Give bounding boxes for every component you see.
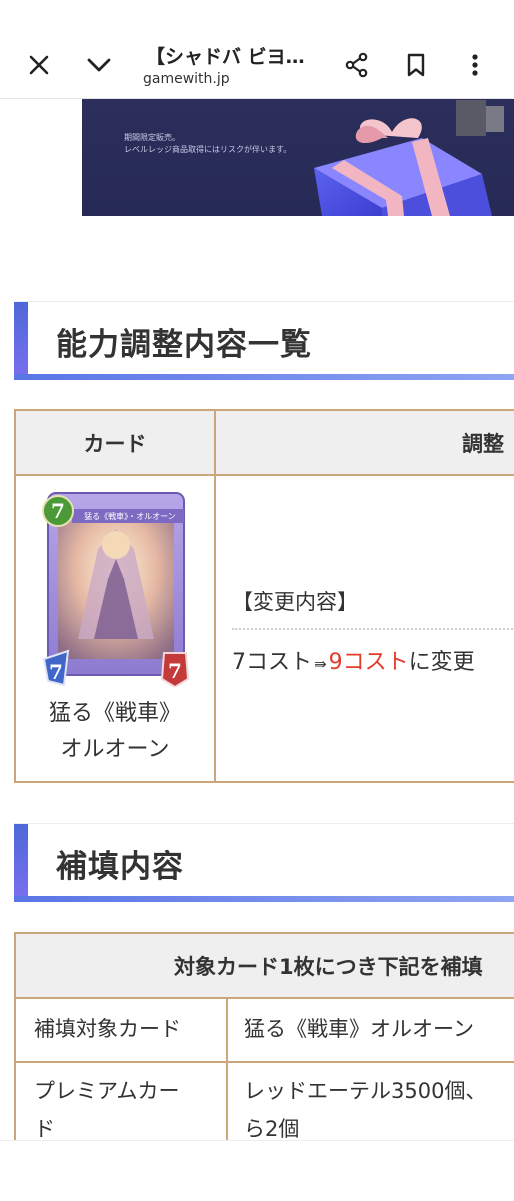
compensation-table: 対象カード1枚につき下記を補填 補填対象カード 猛る《戦車》オルオーン プレミア…	[14, 932, 514, 1158]
close-icon[interactable]	[24, 50, 54, 80]
section-heading-ability-adjustment: 能力調整内容一覧	[14, 301, 514, 380]
promo-banner[interactable]: 期間限定販売。 レベルレッジ商品取得にはリスクが伴います。	[82, 98, 514, 216]
heading-underline	[14, 896, 514, 902]
table-header-adjustment: 調整	[216, 411, 514, 475]
table-header-card: カード	[16, 411, 214, 475]
share-icon[interactable]	[342, 50, 372, 80]
row-value: 猛る《戦車》オルオーン	[244, 1017, 474, 1041]
card-cost: 7	[51, 499, 65, 523]
chevron-down-icon[interactable]	[84, 50, 114, 80]
row-label: 補填対象カード	[34, 1017, 181, 1041]
change-text: 7コスト ⇛9コストに変更	[232, 650, 475, 675]
adjustment-table: カード 調整 猛る《戦車》・オルオーン 7 7 7 猛る《戦車》 オルオーン 【…	[14, 409, 514, 783]
heading-text: 補填内容	[56, 849, 184, 885]
heading-text: 能力調整内容一覧	[56, 327, 312, 363]
bottom-area	[0, 1140, 514, 1201]
row-label: プレミアムカー ド	[34, 1079, 180, 1141]
table-divider	[16, 1061, 514, 1063]
arrow-icon: ⇛	[314, 655, 327, 673]
card-defense: 7	[168, 659, 182, 683]
heading-accent-bar	[14, 302, 28, 380]
change-heading: 【変更内容】	[232, 590, 358, 614]
dotted-divider	[232, 628, 514, 630]
table-divider	[16, 997, 514, 999]
card-name-line1[interactable]: 猛る《戦車》	[16, 695, 214, 733]
heading-underline	[14, 374, 514, 380]
bookmark-icon[interactable]	[401, 50, 431, 80]
card-image[interactable]: 猛る《戦車》・オルオーン 7 7 7	[38, 489, 192, 689]
heading-accent-bar	[14, 824, 28, 902]
card-title: 猛る《戦車》・オルオーン	[84, 511, 176, 521]
page-title[interactable]: 【シャドバ ビヨン…	[146, 42, 314, 69]
card-name-line2[interactable]: オルオーン	[16, 731, 214, 769]
table-header-compensation: 対象カード1枚につき下記を補填	[16, 934, 514, 997]
page-url[interactable]: gamewith.jp	[143, 71, 230, 87]
row-value: レッドエーテル3500個、 ら2個	[244, 1079, 487, 1141]
adjustment-detail: 【変更内容】 7コスト ⇛9コストに変更	[216, 476, 514, 783]
section-heading-compensation: 補填内容	[14, 823, 514, 902]
table-divider	[226, 998, 228, 1158]
browser-toolbar: 【シャドバ ビヨン… gamewith.jp	[0, 0, 514, 99]
card-attack: 7	[49, 660, 63, 684]
gift-box-icon	[314, 100, 504, 216]
more-vertical-icon[interactable]	[460, 50, 490, 80]
